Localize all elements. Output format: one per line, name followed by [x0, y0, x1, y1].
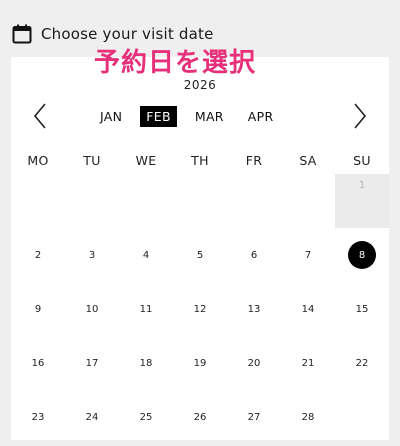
- day-label: 3: [88, 249, 96, 261]
- day-15[interactable]: 15: [335, 282, 389, 336]
- weekday-tu: TU: [83, 152, 101, 168]
- day-label: 6: [250, 249, 258, 261]
- day-22[interactable]: 22: [335, 336, 389, 390]
- day-26[interactable]: 26: [173, 390, 227, 444]
- day-label: 5: [196, 249, 204, 261]
- day-7[interactable]: 7: [281, 228, 335, 282]
- day-label: 18: [139, 357, 153, 369]
- day-4[interactable]: 4: [119, 228, 173, 282]
- day-9[interactable]: 9: [11, 282, 65, 336]
- day-20[interactable]: 20: [227, 336, 281, 390]
- day-label: 1: [358, 180, 366, 191]
- day-21[interactable]: 21: [281, 336, 335, 390]
- day-label: 24: [85, 411, 99, 423]
- prev-month-button[interactable]: [30, 101, 50, 131]
- day-label: 17: [85, 357, 99, 369]
- day-label: 8: [348, 241, 376, 269]
- empty-day-cell: [65, 174, 119, 228]
- header-title: Choose your visit date: [41, 25, 214, 43]
- day-6[interactable]: 6: [227, 228, 281, 282]
- chevron-left-icon: [33, 103, 46, 129]
- day-3[interactable]: 3: [65, 228, 119, 282]
- visit-date-header: Choose your visit date: [12, 22, 214, 46]
- day-label: 22: [355, 357, 369, 369]
- day-label: 12: [193, 303, 207, 315]
- month-feb[interactable]: FEB: [140, 105, 177, 127]
- day-23[interactable]: 23: [11, 390, 65, 444]
- day-24[interactable]: 24: [65, 390, 119, 444]
- day-label: 11: [139, 303, 153, 315]
- day-2[interactable]: 2: [11, 228, 65, 282]
- month-apr[interactable]: APR: [242, 106, 280, 127]
- month-jan[interactable]: JAN: [94, 106, 128, 127]
- day-27[interactable]: 27: [227, 390, 281, 444]
- day-10[interactable]: 10: [65, 282, 119, 336]
- day-18[interactable]: 18: [119, 336, 173, 390]
- day-label: 25: [139, 411, 153, 423]
- empty-day-cell: [119, 174, 173, 228]
- weekday-sa: SA: [299, 152, 317, 168]
- day-label: 21: [301, 357, 315, 369]
- day-label: 16: [31, 357, 45, 369]
- empty-day-cell: [335, 390, 389, 444]
- day-13[interactable]: 13: [227, 282, 281, 336]
- day-16[interactable]: 16: [11, 336, 65, 390]
- day-28[interactable]: 28: [281, 390, 335, 444]
- empty-day-cell: [281, 174, 335, 228]
- empty-day-cell: [173, 174, 227, 228]
- day-label: 23: [31, 411, 45, 423]
- weekday-mo: MO: [27, 152, 49, 168]
- day-label: 10: [85, 303, 99, 315]
- day-12[interactable]: 12: [173, 282, 227, 336]
- empty-day-cell: [11, 174, 65, 228]
- calendar-icon: [12, 24, 32, 44]
- weekday-su: SU: [353, 152, 371, 168]
- day-label: 28: [301, 411, 315, 423]
- chevron-right-icon: [354, 103, 367, 129]
- day-label: 7: [304, 249, 312, 261]
- day-1: 1: [335, 174, 389, 228]
- day-label: 19: [193, 357, 207, 369]
- empty-day-cell: [227, 174, 281, 228]
- day-label: 9: [34, 303, 42, 315]
- day-8[interactable]: 8: [335, 228, 389, 282]
- day-label: 13: [247, 303, 261, 315]
- calendar-year: 2026: [183, 78, 217, 92]
- day-11[interactable]: 11: [119, 282, 173, 336]
- day-17[interactable]: 17: [65, 336, 119, 390]
- month-mar[interactable]: MAR: [189, 106, 230, 127]
- day-label: 26: [193, 411, 207, 423]
- weekday-we: WE: [135, 152, 157, 168]
- day-label: 27: [247, 411, 261, 423]
- day-5[interactable]: 5: [173, 228, 227, 282]
- day-label: 14: [301, 303, 315, 315]
- day-25[interactable]: 25: [119, 390, 173, 444]
- day-19[interactable]: 19: [173, 336, 227, 390]
- overlay-caption: 予約日を選択: [94, 48, 257, 78]
- month-selector: JAN FEB MAR APR: [94, 104, 279, 128]
- day-label: 20: [247, 357, 261, 369]
- day-14[interactable]: 14: [281, 282, 335, 336]
- calendar-grid: MO TU WE TH FR SA SU 1 2 3 4 5 6 7 8 9 10 11 12 13 14 15 16 17 1…: [11, 146, 389, 444]
- next-month-button[interactable]: [350, 101, 370, 131]
- weekday-fr: FR: [245, 152, 263, 168]
- day-label: 2: [34, 249, 42, 261]
- day-label: 4: [142, 249, 150, 261]
- day-label: 15: [355, 303, 369, 315]
- weekday-th: TH: [191, 152, 209, 168]
